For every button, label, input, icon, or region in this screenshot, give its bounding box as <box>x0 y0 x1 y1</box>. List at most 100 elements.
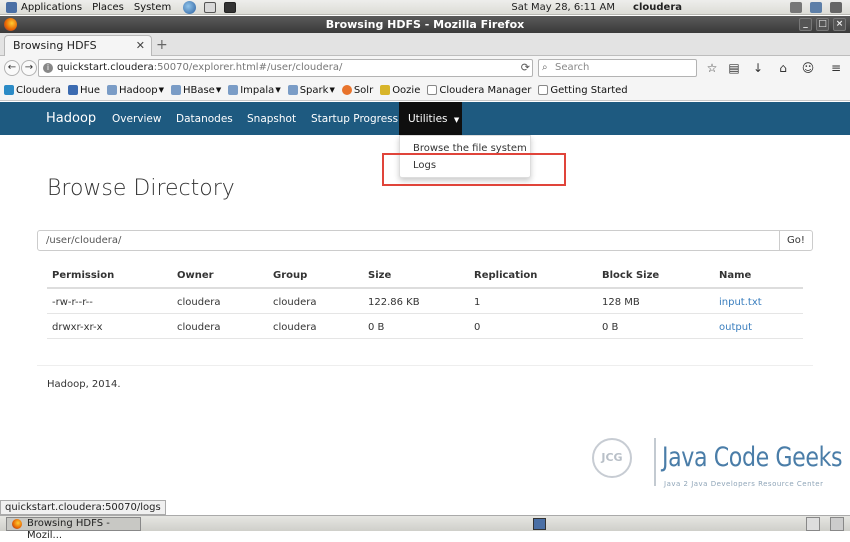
network-icon[interactable] <box>810 2 822 13</box>
cell-replication: 1 <box>474 297 481 308</box>
download-icon[interactable]: ↓ <box>750 60 766 76</box>
jcg-watermark: JCG Java Code Geeks Java 2 Java Develope… <box>592 432 843 494</box>
browser-launcher-icon[interactable] <box>183 0 197 14</box>
nav-overview[interactable]: Overview <box>112 113 161 125</box>
bookmark-cloudera-manager[interactable]: Cloudera Manager <box>427 85 531 96</box>
tab-strip: Browsing HDFS ✕ + <box>0 33 850 56</box>
url-bar[interactable]: i quickstart.cloudera:50070/explorer.htm… <box>38 59 533 77</box>
forward-icon[interactable]: → <box>21 60 37 76</box>
chat-icon[interactable]: ☺ <box>800 60 816 76</box>
file-link-input-txt[interactable]: input.txt <box>719 297 762 308</box>
nav-utilities[interactable]: Utilities ▼ <box>399 102 462 135</box>
column-header[interactable]: Owner <box>177 270 214 281</box>
column-header[interactable]: Replication <box>474 270 537 281</box>
nav-snapshot[interactable]: Snapshot <box>247 113 296 125</box>
hadoop-brand[interactable]: Hadoop <box>46 111 96 126</box>
applications-menu[interactable]: Applications <box>6 1 83 13</box>
go-button[interactable]: Go! <box>779 230 813 251</box>
link-status-tooltip: quickstart.cloudera:50070/logs <box>0 500 166 515</box>
bookmark-solr[interactable]: Solr <box>341 85 373 96</box>
column-header[interactable]: Block Size <box>602 270 659 281</box>
bookmark-label: Cloudera Manager <box>439 84 532 96</box>
jcg-logo-icon: JCG <box>592 438 632 478</box>
cell-owner: cloudera <box>177 297 221 308</box>
gnome-bottom-panel: Browsing HDFS - Mozil... <box>0 515 850 541</box>
tab-browsing-hdfs[interactable]: Browsing HDFS ✕ <box>4 35 152 56</box>
cell-size: 122.86 KB <box>368 297 420 308</box>
panel-user[interactable]: cloudera <box>633 2 682 13</box>
bookmark-folder-hbase[interactable]: HBase ▼ <box>170 84 221 96</box>
volume-icon[interactable] <box>790 2 802 13</box>
bookmark-label: Impala <box>240 84 275 96</box>
menu-icon[interactable]: ≡ <box>828 60 844 76</box>
cell-block-size: 128 MB <box>602 297 640 308</box>
bookmark-folder-hadoop[interactable]: Hadoop ▼ <box>106 84 164 96</box>
tab-close-icon[interactable]: ✕ <box>136 39 145 52</box>
table-row: -rw-r--r-- cloudera cloudera 122.86 KB 1… <box>47 290 803 314</box>
watermark-title: Java Code Geeks <box>662 442 843 473</box>
bookmark-label: Hadoop <box>118 84 158 96</box>
panel-right: Sat May 28, 6:11 AM cloudera <box>511 0 850 15</box>
bookmark-oozie[interactable]: Oozie <box>380 85 420 96</box>
search-input[interactable]: ⌕ Search <box>538 59 697 77</box>
annotation-highlight-box <box>382 153 566 186</box>
bookmark-label: Hue <box>79 84 100 96</box>
bookmark-folder-impala[interactable]: Impala ▼ <box>228 84 281 96</box>
bookmark-label: Oozie <box>392 84 421 96</box>
bookmark-star-icon[interactable]: ☆ <box>704 60 720 76</box>
site-info-icon[interactable]: i <box>43 63 53 73</box>
close-icon[interactable]: × <box>833 18 846 31</box>
bookmark-hue[interactable]: Hue <box>67 84 100 96</box>
file-link-output[interactable]: output <box>719 322 752 333</box>
places-menu[interactable]: Places <box>92 2 124 13</box>
taskbar-firefox-window[interactable]: Browsing HDFS - Mozil... <box>6 517 141 541</box>
bookmark-getting-started[interactable]: Getting Started <box>538 84 628 96</box>
reload-icon[interactable]: ⟳ <box>521 60 530 76</box>
page-footer: Hadoop, 2014. <box>47 379 121 390</box>
bookmark-label: HBase <box>182 84 215 96</box>
applications-label: Applications <box>21 1 83 13</box>
column-header[interactable]: Size <box>368 270 391 281</box>
bookmark-cloudera[interactable]: Cloudera <box>4 85 61 96</box>
home-icon[interactable]: ⌂ <box>775 60 791 76</box>
trash-icon[interactable] <box>830 517 844 531</box>
minimize-icon[interactable]: _ <box>799 18 812 31</box>
places-label: Places <box>92 1 124 13</box>
watermark-subtitle: Java 2 Java Developers Resource Center <box>664 480 824 488</box>
maximize-icon[interactable]: □ <box>816 18 829 31</box>
new-tab-icon[interactable]: + <box>156 37 168 53</box>
cell-owner: cloudera <box>177 322 221 333</box>
divider <box>37 365 813 366</box>
reading-list-icon[interactable]: ▤ <box>726 60 742 76</box>
taskbar-firefox-icon[interactable] <box>806 517 820 531</box>
directory-path-input[interactable]: /user/cloudera/ <box>37 230 780 251</box>
solr-icon <box>341 85 352 95</box>
hadoop-navbar: Hadoop Overview Datanodes Snapshot Start… <box>0 102 850 135</box>
applications-icon <box>6 1 17 13</box>
table-header: Permission Owner Group Size Replication … <box>47 266 803 289</box>
cell-size: 0 B <box>368 322 385 333</box>
cell-block-size: 0 B <box>602 322 619 333</box>
oozie-icon <box>380 85 391 95</box>
caret-down-icon: ▼ <box>453 116 460 124</box>
search-icon: ⌕ <box>542 62 548 73</box>
column-header[interactable]: Permission <box>52 270 114 281</box>
workspace-switcher-icon[interactable] <box>533 518 546 530</box>
cell-group: cloudera <box>273 297 317 308</box>
chevron-down-icon: ▼ <box>275 86 281 94</box>
panel-clock[interactable]: Sat May 28, 6:11 AM <box>511 2 615 13</box>
firefox-icon <box>4 18 17 31</box>
nav-datanodes[interactable]: Datanodes <box>176 113 233 125</box>
gnome-top-panel: Applications Places System Sat May 28, 6… <box>0 0 850 15</box>
terminal-launcher-icon[interactable] <box>224 1 237 13</box>
bookmark-folder-spark[interactable]: Spark ▼ <box>287 85 335 96</box>
window-titlebar: Browsing HDFS - Mozilla Firefox _ □ × <box>0 16 850 33</box>
bookmark-label: Getting Started <box>550 84 628 96</box>
column-header[interactable]: Group <box>273 270 307 281</box>
nav-startup-progress[interactable]: Startup Progress <box>311 113 398 125</box>
power-icon[interactable] <box>830 2 842 13</box>
column-header[interactable]: Name <box>719 270 751 281</box>
back-icon[interactable]: ← <box>4 60 20 76</box>
system-menu[interactable]: System <box>134 2 171 13</box>
mail-launcher-icon[interactable] <box>204 1 217 13</box>
